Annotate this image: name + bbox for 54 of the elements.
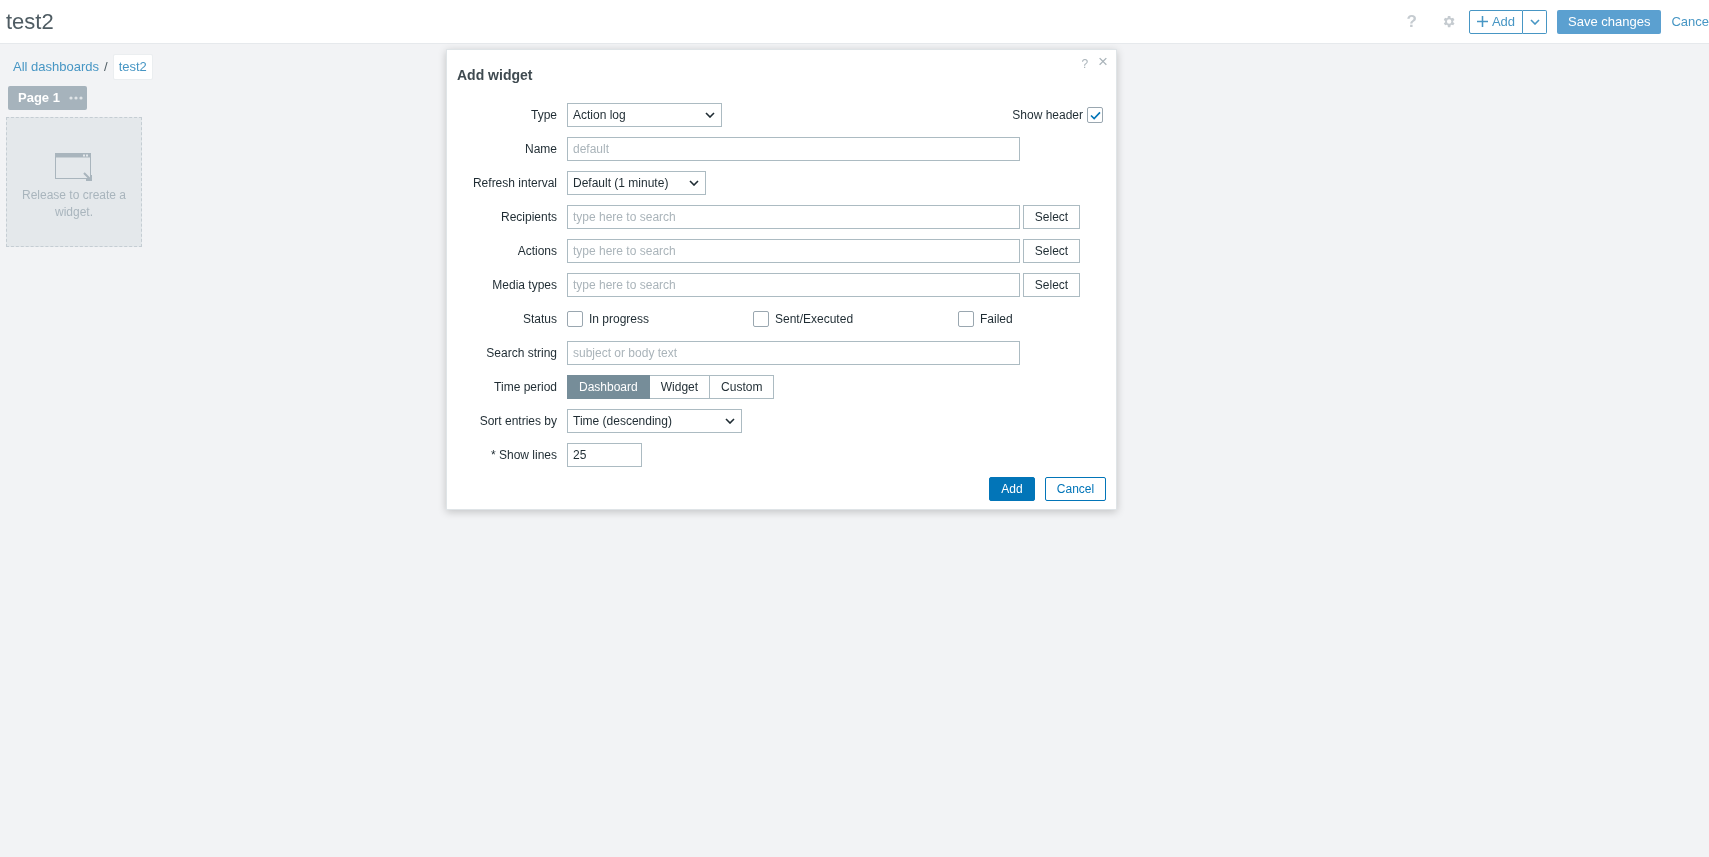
add-button[interactable]: Add (989, 477, 1035, 501)
caret-icon (725, 418, 735, 424)
field-label: Media types (491, 277, 557, 294)
dropdown-button[interactable] (1523, 9, 1547, 34)
widget-window-icon (55, 152, 93, 181)
field-label: Status (521, 311, 557, 328)
search-field[interactable]: type here to search (567, 273, 1020, 297)
truncated-link[interactable]: Cance (1671, 11, 1709, 32)
placeholder-text: Release to create a widget. (20, 186, 128, 221)
checkbox[interactable] (1087, 107, 1103, 123)
input-field[interactable]: subject or body text (567, 341, 1020, 365)
caret-icon (705, 112, 715, 118)
add-button[interactable]: Add (1468, 9, 1523, 34)
checkbox-label: Show header (1012, 107, 1083, 124)
save-changes-button[interactable]: Save changes (1557, 9, 1662, 34)
dropdown[interactable]: Time (descending) (567, 409, 742, 433)
segment-tab[interactable]: Dashboard (567, 375, 650, 399)
breadcrumb-separator: / (104, 58, 108, 76)
dialog-title: Add widget (457, 66, 534, 85)
field-label: Time period (493, 379, 557, 396)
caret-icon (689, 180, 699, 186)
cancel-button[interactable]: Cancel (1045, 477, 1106, 501)
dropdown[interactable]: Action log (567, 103, 722, 127)
select-button[interactable]: Select (1023, 239, 1080, 263)
checkbox[interactable] (753, 311, 769, 327)
segment-tab[interactable]: Custom (710, 375, 775, 399)
checkbox-label: Failed (980, 311, 1013, 328)
field-label: Actions (516, 243, 557, 260)
input-field[interactable]: default (567, 137, 1020, 161)
number-field[interactable]: 25 (567, 443, 642, 467)
search-field[interactable]: type here to search (567, 239, 1020, 263)
segment-tab[interactable]: Widget (649, 375, 711, 399)
search-field[interactable]: type here to search (567, 205, 1020, 229)
field-label: Type (530, 107, 557, 124)
field-label: Name (524, 141, 557, 158)
field-label: Refresh interval (471, 175, 557, 192)
field-label: * Show lines (489, 447, 557, 464)
checkbox[interactable] (567, 311, 583, 327)
checkbox-label: Sent/Executed (775, 311, 854, 328)
field-label: Recipients (499, 209, 557, 226)
field-label: Sort entries by (478, 413, 557, 430)
plus-icon (1476, 16, 1488, 27)
breadcrumb-link[interactable]: test2 (112, 54, 153, 80)
dropdown[interactable]: Default (1 minute) (567, 171, 706, 195)
caret-icon (1529, 18, 1540, 25)
page-tab-label: Page 1 (18, 88, 60, 107)
page-title: test2 (6, 8, 55, 36)
field-label: Search string (485, 345, 557, 362)
checkbox[interactable] (958, 311, 974, 327)
select-button[interactable]: Select (1023, 205, 1080, 229)
breadcrumb-link[interactable]: All dashboards (13, 57, 99, 77)
more-icon[interactable] (68, 95, 83, 100)
select-button[interactable]: Select (1023, 273, 1080, 297)
checkbox-label: In progress (589, 311, 650, 328)
